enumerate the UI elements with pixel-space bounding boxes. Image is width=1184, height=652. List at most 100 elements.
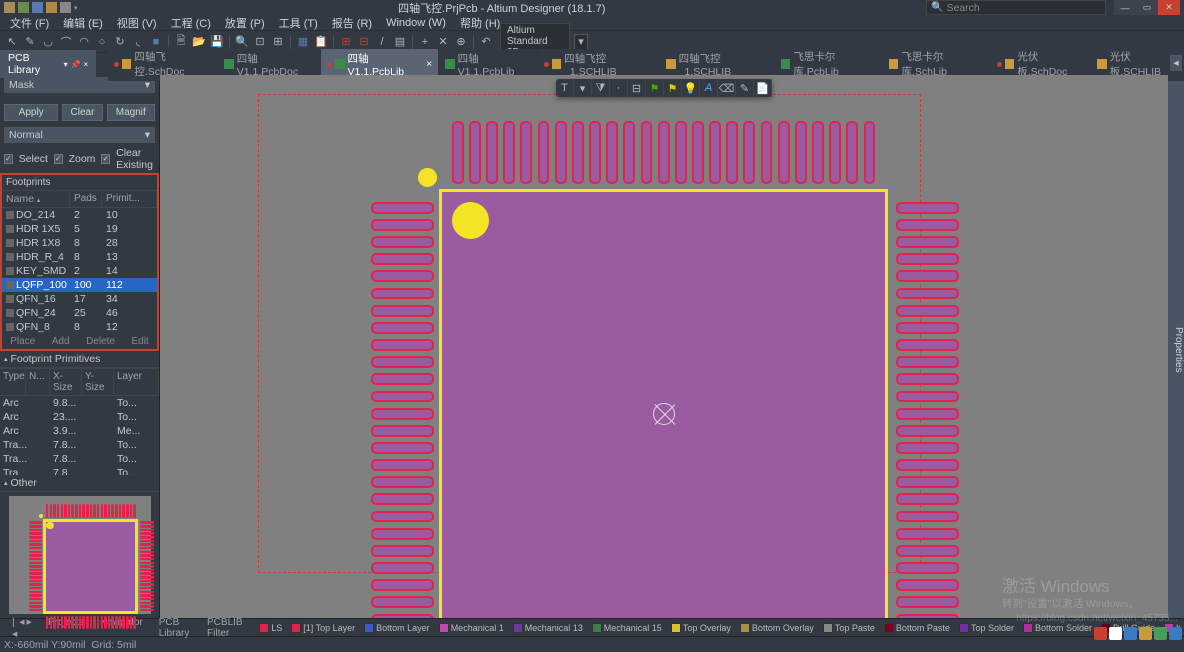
layer-tab[interactable]: Mechanical 1	[435, 622, 508, 634]
layer-tab[interactable]: Bottom Solder	[1019, 622, 1096, 634]
primitive-row[interactable]: Arc23....To...	[0, 410, 159, 424]
col-type[interactable]: Type	[0, 369, 26, 395]
menu-item[interactable]: Window (W)	[380, 17, 452, 29]
edit-button[interactable]: Edit	[131, 336, 148, 347]
copy-icon[interactable]: 📄	[754, 79, 772, 97]
col-xsize[interactable]: X-Size	[50, 369, 82, 395]
layer-tab[interactable]: Top Paste	[819, 622, 879, 634]
zoom-checkbox[interactable]: ✓	[54, 154, 63, 164]
col-name[interactable]: Name ▴	[2, 191, 70, 207]
footprint-row[interactable]: HDR 1X8828	[2, 236, 157, 250]
erase-icon[interactable]: ⌫	[718, 79, 736, 97]
layer-tab[interactable]: LS	[255, 622, 286, 634]
tray-icon-4[interactable]	[1139, 627, 1152, 640]
col-layer[interactable]: Layer	[114, 369, 159, 395]
minimize-button[interactable]: ―	[1114, 0, 1136, 15]
layer-tab[interactable]: Mechanical 13	[509, 622, 587, 634]
footprint-row[interactable]: KEY_SMD214	[2, 264, 157, 278]
col-pads[interactable]: Pads	[70, 191, 102, 207]
pin-icon[interactable]: ▾	[64, 60, 68, 69]
footprint-row[interactable]: HDR 1X5519	[2, 222, 157, 236]
flag-green-icon[interactable]: ⚑	[646, 79, 664, 97]
footprint-row[interactable]: LQFP_100100112	[2, 278, 157, 292]
flag-yellow-icon[interactable]: ⚑	[664, 79, 682, 97]
layer-tab[interactable]: Mechanical 15	[588, 622, 666, 634]
nav-first-icon[interactable]: |◂	[12, 616, 17, 640]
close-button[interactable]: ✕	[1158, 0, 1180, 15]
other-header[interactable]: ▴Other	[0, 475, 159, 492]
footprints-header: Footprints	[2, 175, 157, 190]
collapsed-panel-button[interactable]: ◂	[1170, 55, 1182, 71]
add-button[interactable]: Add	[52, 336, 70, 347]
menu-item[interactable]: 编辑 (E)	[57, 15, 109, 31]
arc2-tool-icon[interactable]: ⌒	[58, 34, 74, 50]
primitive-row[interactable]: Arc9.8...To...	[0, 396, 159, 410]
filter-icon[interactable]: ▾	[574, 79, 592, 97]
arc3-tool-icon[interactable]: ◠	[76, 34, 92, 50]
normal-dropdown[interactable]: Normal▾	[4, 127, 155, 143]
layer-tab[interactable]: Bottom Layer	[360, 622, 434, 634]
primitive-row[interactable]: Tra...7.8...To...	[0, 466, 159, 475]
tray-icon-3[interactable]	[1124, 627, 1137, 640]
layer-tab[interactable]: Bottom Paste	[880, 622, 954, 634]
pencil-icon[interactable]: ✎	[736, 79, 754, 97]
menu-item[interactable]: 工具 (T)	[273, 15, 324, 31]
tray-icon-2[interactable]	[1109, 627, 1122, 640]
select-checkbox[interactable]: ✓	[4, 154, 13, 164]
align-icon[interactable]: ⊟	[628, 79, 646, 97]
qat-icon-3[interactable]	[46, 2, 57, 13]
layer-tab[interactable]: Top Overlay	[667, 622, 735, 634]
footprint-row[interactable]: DO_214210	[2, 208, 157, 222]
primitive-row[interactable]: Tra...7.8...To...	[0, 452, 159, 466]
menu-item[interactable]: 视图 (V)	[111, 15, 163, 31]
menu-item[interactable]: 工程 (C)	[165, 15, 217, 31]
tray-icon-1[interactable]	[1094, 627, 1107, 640]
editor-canvas[interactable]: T ▾ ⧩ · ⊟ ⚑ ⚑ 💡 A ⌫ ✎ 📄	[160, 75, 1168, 618]
footprint-row[interactable]: QFN_161734	[2, 292, 157, 306]
primitive-row[interactable]: Tra...7.8...To...	[0, 438, 159, 452]
arc-tool-icon[interactable]: ◡	[40, 34, 56, 50]
nav-prev-icon[interactable]: ◂	[19, 616, 24, 640]
apply-button[interactable]: Apply	[4, 104, 58, 121]
menu-item[interactable]: 放置 (P)	[219, 15, 271, 31]
qat-icon-2[interactable]	[32, 2, 43, 13]
bulb-icon[interactable]: 💡	[682, 79, 700, 97]
funnel-icon[interactable]: ⧩	[592, 79, 610, 97]
format-icon[interactable]: A	[700, 79, 718, 97]
col-prim[interactable]: Primit...	[102, 191, 157, 207]
footprint-row[interactable]: HDR_R_4813	[2, 250, 157, 264]
footprint-row[interactable]: QFN_8812	[2, 320, 157, 334]
col-ysize[interactable]: Y-Size	[82, 369, 114, 395]
bottom-tab[interactable]: PCBLIB Filter	[199, 615, 251, 641]
properties-panel-collapsed[interactable]: Properties	[1168, 75, 1184, 618]
primitives-header[interactable]: ▴Footprint Primitives	[0, 351, 159, 368]
col-n[interactable]: N...	[26, 369, 50, 395]
footprint-row[interactable]: QFN_242546	[2, 306, 157, 320]
menu-item[interactable]: 帮助 (H)	[454, 15, 506, 31]
arrow-tool-icon[interactable]: ↖	[4, 34, 20, 50]
nav-next-icon[interactable]: ▸	[27, 616, 32, 640]
clear-button[interactable]: Clear	[62, 104, 104, 121]
text-tool-icon[interactable]: T	[556, 79, 574, 97]
search-input[interactable]: 🔍 Search	[926, 0, 1106, 15]
qat-icon-1[interactable]	[18, 2, 29, 13]
bottom-tab[interactable]: PCB Library	[151, 615, 199, 641]
layer-tab[interactable]: [1] Top Layer	[287, 622, 359, 634]
tray-icon-6[interactable]	[1169, 627, 1182, 640]
primitive-row[interactable]: Arc3.9...Me...	[0, 424, 159, 438]
tray-icon-5[interactable]	[1154, 627, 1167, 640]
qat-icon-4[interactable]	[60, 2, 71, 13]
magnify-button[interactable]: Magnif	[107, 104, 155, 121]
close-panel-icon[interactable]: ×	[84, 60, 89, 69]
clear-existing-checkbox[interactable]: ✓	[101, 154, 110, 164]
layer-tab[interactable]: Bottom Overlay	[736, 622, 818, 634]
place-button[interactable]: Place	[10, 336, 35, 347]
delete-button[interactable]: Delete	[86, 336, 115, 347]
layer-tab[interactable]: Top Solder	[955, 622, 1018, 634]
pencil-tool-icon[interactable]: ✎	[22, 34, 38, 50]
menu-item[interactable]: 文件 (F)	[4, 15, 55, 31]
panel-tab-pcblibrary[interactable]: PCB Library ▾ 📌 ×	[0, 50, 96, 78]
pushpin-icon[interactable]: 📌	[71, 60, 81, 69]
menu-item[interactable]: 报告 (R)	[326, 15, 378, 31]
maximize-button[interactable]: ▭	[1136, 0, 1158, 15]
